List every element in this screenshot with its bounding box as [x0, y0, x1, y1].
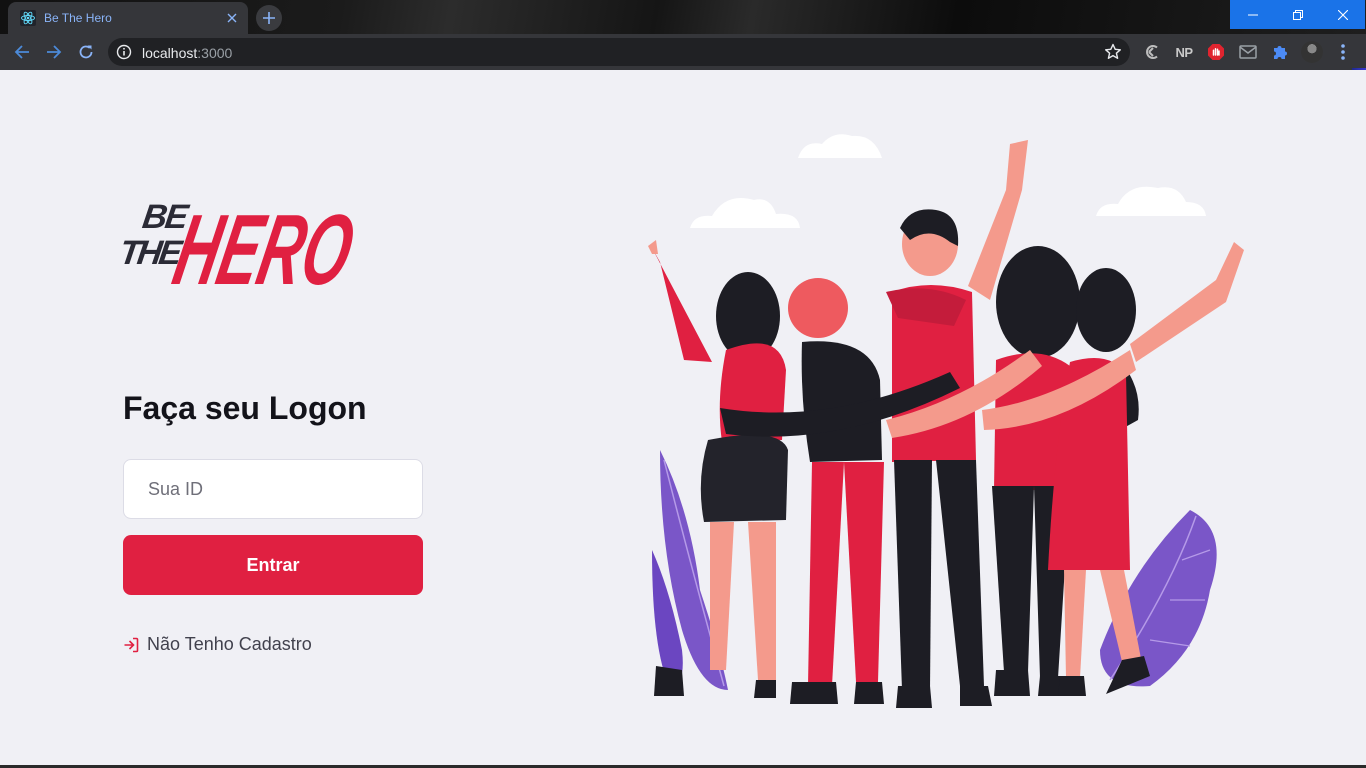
url-port: :3000: [197, 45, 233, 61]
register-link[interactable]: Não Tenho Cadastro: [123, 634, 312, 655]
url-text: localhost:3000: [142, 45, 232, 61]
puzzle-icon[interactable]: [1270, 42, 1290, 62]
close-icon[interactable]: [220, 6, 244, 30]
reload-button[interactable]: [72, 38, 100, 66]
forward-icon: [47, 45, 62, 59]
restore-icon: [1292, 9, 1303, 20]
enter-button[interactable]: Entrar: [123, 535, 423, 595]
person-2: [788, 278, 884, 704]
page-title: Faça seu Logon: [123, 390, 367, 426]
mail-icon[interactable]: [1238, 42, 1258, 62]
logon-page: BE THE HERO Faça seu Logon Entrar Não Te…: [0, 70, 1366, 768]
new-tab-button[interactable]: [256, 5, 282, 31]
log-in-icon: [123, 637, 139, 653]
id-input[interactable]: [123, 459, 423, 519]
avatar[interactable]: [1301, 41, 1323, 63]
forward-button[interactable]: [40, 38, 68, 66]
address-bar[interactable]: localhost:3000: [108, 38, 1130, 66]
back-button[interactable]: [8, 38, 36, 66]
register-link-label: Não Tenho Cadastro: [147, 634, 312, 654]
logo-hero: HERO: [165, 194, 363, 290]
plus-icon: [263, 12, 275, 24]
restore-button[interactable]: [1275, 0, 1320, 29]
url-host: localhost: [142, 45, 198, 61]
reload-icon: [79, 45, 93, 59]
window-close-icon: [1337, 9, 1348, 20]
np-extension-icon[interactable]: NP: [1174, 42, 1194, 62]
back-icon: [14, 45, 29, 59]
extension-icon[interactable]: [1142, 42, 1162, 62]
minimize-icon: [1247, 14, 1258, 15]
tab-title: Be The Hero: [44, 11, 112, 25]
stop-icon[interactable]: [1206, 42, 1226, 62]
browser-tab[interactable]: Be The Hero: [8, 2, 248, 34]
more-vert-icon[interactable]: [1336, 42, 1350, 62]
react-favicon-icon: [20, 10, 36, 26]
browser-titlebar: Be The Hero: [0, 0, 1366, 34]
minimize-button[interactable]: [1230, 0, 1275, 29]
clouds: [690, 134, 1206, 228]
browser-toolbar: localhost:3000 NP: [0, 34, 1366, 104]
be-the-hero-logo: BE THE HERO: [122, 194, 363, 290]
heroes-illustration: [648, 134, 1244, 708]
star-icon[interactable]: [1104, 43, 1122, 61]
window-close-button[interactable]: [1320, 0, 1365, 29]
info-icon[interactable]: [116, 44, 132, 60]
